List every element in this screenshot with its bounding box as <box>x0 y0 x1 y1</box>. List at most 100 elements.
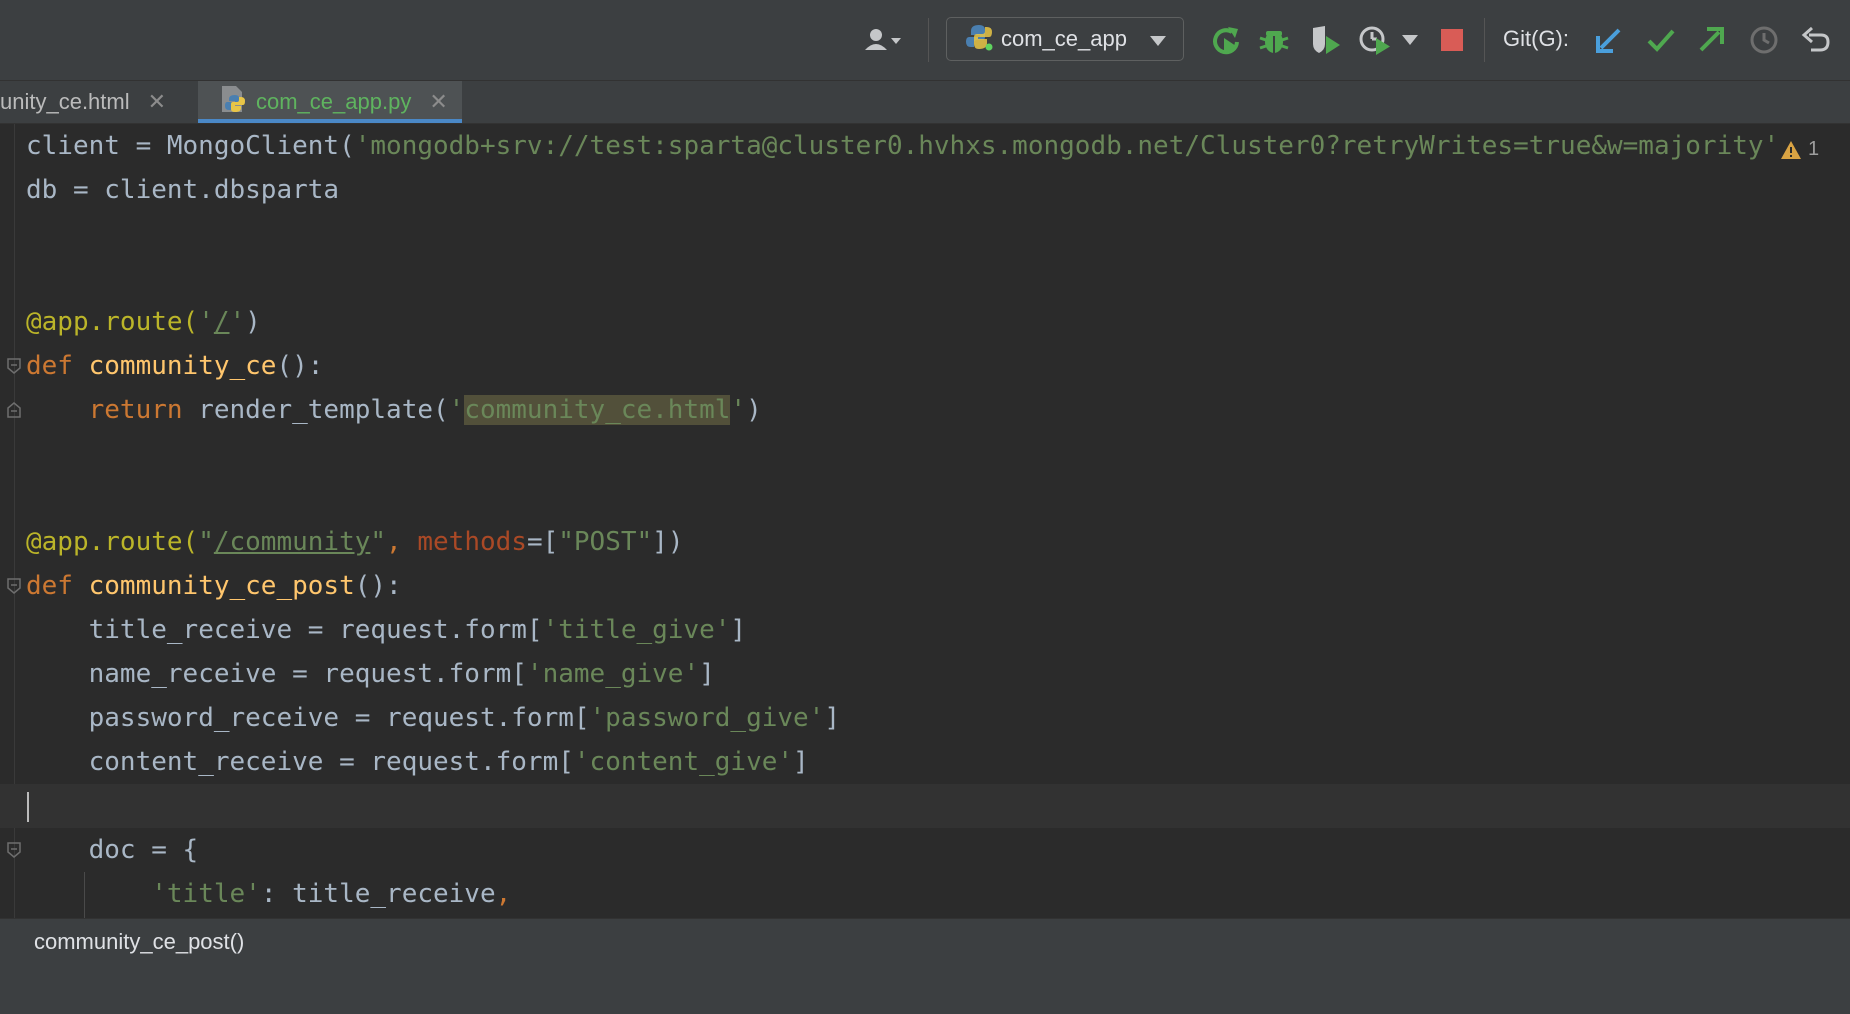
code-line[interactable]: title_receive = request.form['title_give… <box>0 608 1850 652</box>
code-line[interactable]: client = MongoClient('mongodb+srv://test… <box>0 124 1850 168</box>
code-string: ' <box>448 395 465 425</box>
toolbar-separator <box>1484 18 1485 62</box>
code-string: ' <box>730 395 747 425</box>
git-update-icon[interactable] <box>1588 0 1630 80</box>
active-tab-indicator <box>198 119 462 123</box>
code-string-highlighted[interactable]: community_ce.html <box>464 395 731 425</box>
tab-com-ce-app-py[interactable]: com_ce_app.py ✕ <box>198 81 462 123</box>
code-string: 'name_give' <box>526 659 700 689</box>
bottom-panel-area <box>0 964 1850 1014</box>
tab-label: com_ce_app.py <box>256 89 412 114</box>
rollback-icon[interactable] <box>1794 0 1838 80</box>
code-parameter: methods <box>417 527 527 557</box>
close-icon[interactable]: ✕ <box>148 89 166 115</box>
code-line[interactable]: doc = { <box>0 828 1850 872</box>
code-string-path[interactable]: / <box>214 307 230 337</box>
code-punctuation: , <box>495 879 512 909</box>
code-text: client = MongoClient( <box>26 131 355 161</box>
history-icon[interactable] <box>1742 0 1786 80</box>
code-text: ] <box>730 615 747 645</box>
code-string: 'title' <box>151 879 261 909</box>
code-text: =[ <box>526 527 559 557</box>
close-icon[interactable]: ✕ <box>429 89 447 115</box>
code-keyword: return <box>88 395 199 425</box>
code-string: 'password_give' <box>589 703 825 733</box>
code-keyword: def <box>26 351 89 381</box>
breadcrumb: community_ce_post() <box>0 918 1850 965</box>
code-text: password_receive = request.form[ <box>88 703 590 733</box>
fold-end-icon[interactable] <box>6 402 22 418</box>
user-icon[interactable] <box>856 0 912 80</box>
code-string: 'mongodb+srv://test:sparta@cluster0.hvhx… <box>354 131 1780 161</box>
rerun-icon[interactable] <box>1202 0 1250 80</box>
code-punctuation: , <box>386 527 418 557</box>
fold-icon[interactable] <box>6 578 22 594</box>
coverage-icon[interactable] <box>1302 0 1352 80</box>
tab-label: unity_ce.html <box>0 89 130 114</box>
warning-icon <box>1781 140 1801 159</box>
git-commit-icon[interactable] <box>1640 0 1682 80</box>
code-string: ' <box>198 307 214 337</box>
code-text: title_receive = request.form[ <box>88 615 543 645</box>
code-string: ' <box>229 307 246 337</box>
toolbar-separator <box>928 18 929 62</box>
code-text: ]) <box>652 527 684 557</box>
code-line[interactable]: 'title': title_receive, <box>0 872 1850 916</box>
code-line[interactable]: def community_ce(): <box>0 344 1850 388</box>
code-string-path[interactable]: /community <box>214 527 371 557</box>
run-configuration-dropdown[interactable]: com_ce_app <box>946 17 1184 61</box>
code-string: 'title_give' <box>542 615 731 645</box>
code-decorator: @app.route( <box>26 307 199 337</box>
git-label: Git(G): <box>1503 26 1569 51</box>
code-string: "POST" <box>558 527 653 557</box>
inspection-warning-indicator[interactable]: 1 <box>1780 138 1819 161</box>
code-string: 'content_give' <box>573 747 794 777</box>
tab-community-ce-html[interactable]: unity_ce.html ✕ <box>0 81 198 123</box>
fold-icon[interactable] <box>6 358 22 374</box>
code-line[interactable]: name_receive = request.form['name_give'] <box>0 652 1850 696</box>
code-text: render_template( <box>198 395 449 425</box>
code-function-name: community_ce <box>88 351 277 381</box>
code-text: : title_receive <box>260 879 496 909</box>
chevron-down-icon[interactable] <box>1396 0 1424 80</box>
code-text: (): <box>276 351 324 381</box>
python-icon <box>965 23 993 56</box>
warning-count: 1 <box>1808 138 1820 160</box>
code-text: content_receive = request.form[ <box>88 747 574 777</box>
fold-icon[interactable] <box>6 842 22 858</box>
code-string: " <box>198 527 214 557</box>
code-line[interactable]: db = client.dbsparta <box>0 168 1850 212</box>
code-line[interactable]: def community_ce_post(): <box>0 564 1850 608</box>
code-string: " <box>370 527 387 557</box>
current-line[interactable] <box>0 784 1850 828</box>
main-toolbar: com_ce_app Git(G): <box>0 0 1850 81</box>
breadcrumb-item-function[interactable]: community_ce_post() <box>34 929 244 955</box>
text-cursor <box>27 792 29 822</box>
code-keyword: def <box>26 571 89 601</box>
code-decorator: @app.route( <box>26 527 199 557</box>
code-function-name: community_ce_post <box>88 571 355 601</box>
profile-icon[interactable] <box>1356 0 1396 80</box>
code-text: ) <box>746 395 762 425</box>
code-text: doc = { <box>88 835 199 865</box>
code-text: ] <box>824 703 840 733</box>
debug-icon[interactable] <box>1250 0 1298 80</box>
git-push-icon[interactable] <box>1690 0 1732 80</box>
editor-tab-bar: unity_ce.html ✕ com_ce_app.py ✕ <box>0 81 1850 124</box>
code-line[interactable]: return render_template('community_ce.htm… <box>0 388 1850 432</box>
code-line[interactable]: password_receive = request.form['passwor… <box>0 696 1850 740</box>
code-editor[interactable]: client = MongoClient('mongodb+srv://test… <box>0 124 1850 918</box>
code-text: (): <box>354 571 402 601</box>
code-line[interactable]: @app.route("/community", methods=["POST"… <box>0 520 1850 564</box>
code-line[interactable]: @app.route('/') <box>0 300 1850 344</box>
stop-icon[interactable] <box>1428 0 1476 80</box>
code-text: ] <box>699 659 715 689</box>
code-line[interactable]: content_receive = request.form['content_… <box>0 740 1850 784</box>
code-text: ) <box>245 307 261 337</box>
run-config-label: com_ce_app <box>1001 26 1127 51</box>
python-file-icon <box>220 85 246 119</box>
code-text: db = client.dbsparta <box>26 175 340 205</box>
code-text: ] <box>793 747 809 777</box>
chevron-down-icon <box>1149 34 1167 52</box>
code-text: name_receive = request.form[ <box>88 659 527 689</box>
